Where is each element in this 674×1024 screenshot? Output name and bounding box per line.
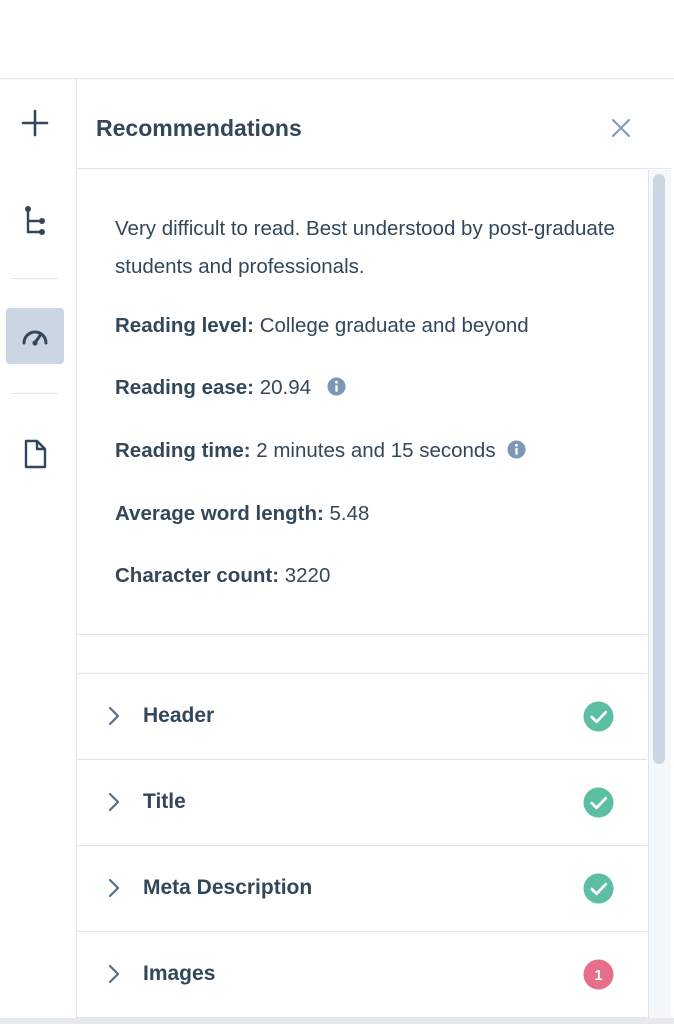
reading-level-value: College graduate and beyond [259,314,529,337]
left-rail [0,79,77,1019]
panel-header: Recommendations [77,79,671,169]
accordion-title[interactable]: Title [77,760,647,846]
page-button[interactable] [6,426,64,482]
accordion-header[interactable]: Header [77,674,647,760]
close-icon[interactable] [609,116,633,140]
rail-divider [12,278,58,279]
average-word-length-row: Average word length: 5.48 [115,501,369,527]
reading-time-value: 2 minutes and 15 seconds [256,439,496,462]
section-divider [77,634,647,635]
reading-level-label: Reading level: [115,314,254,337]
accordion-label: Images [143,962,216,985]
alert-count-badge: 1 [583,959,614,990]
check-circle-icon [583,787,614,818]
chevron-right-icon [108,706,120,726]
reading-ease-label: Reading ease: [115,376,254,399]
check-circle-icon [583,701,614,732]
plus-icon [21,109,49,137]
chevron-right-icon [108,792,120,812]
accordion-label: Header [143,704,215,727]
recommendations-panel: Recommendations Very difficult to read. … [77,79,671,1019]
reading-time-label: Reading time: [115,439,251,462]
rail-divider [12,393,58,394]
readability-description: Very difficult to read. Best understood … [115,217,615,278]
average-word-length-label: Average word length: [115,502,324,525]
document-icon [24,439,47,469]
character-count-value: 3220 [284,564,331,587]
average-word-length-value: 5.48 [329,502,370,525]
scrollbar-thumb[interactable] [653,174,665,764]
chevron-right-icon [108,964,120,984]
info-icon[interactable] [327,377,346,396]
reading-level-row: Reading level: College graduate and beyo… [115,313,529,339]
add-button[interactable] [6,95,64,151]
character-count-label: Character count: [115,564,280,587]
gauge-icon [22,330,48,346]
issue-count: 1 [594,968,602,984]
reading-ease-row: Reading ease: 20.94 [115,375,346,401]
accordion-images[interactable]: Images 1 [77,932,647,1018]
panel-content: Very difficult to read. Best understood … [77,169,647,1019]
performance-button[interactable] [6,308,64,364]
reading-ease-value: 20.94 [259,376,312,399]
tree-structure-icon [25,206,45,235]
panel-title: Recommendations [96,115,302,141]
bottom-edge [0,1018,674,1024]
top-empty-area [0,0,674,78]
accordion-label: Meta Description [143,876,313,899]
character-count-row: Character count: 3220 [115,563,330,589]
structure-button[interactable] [6,193,64,249]
accordion-label: Title [143,790,186,813]
accordion-meta-description[interactable]: Meta Description [77,846,647,932]
chevron-right-icon [108,878,120,898]
check-circle-icon [583,873,614,904]
info-icon[interactable] [507,440,526,459]
reading-time-row: Reading time: 2 minutes and 15 seconds [115,438,526,464]
